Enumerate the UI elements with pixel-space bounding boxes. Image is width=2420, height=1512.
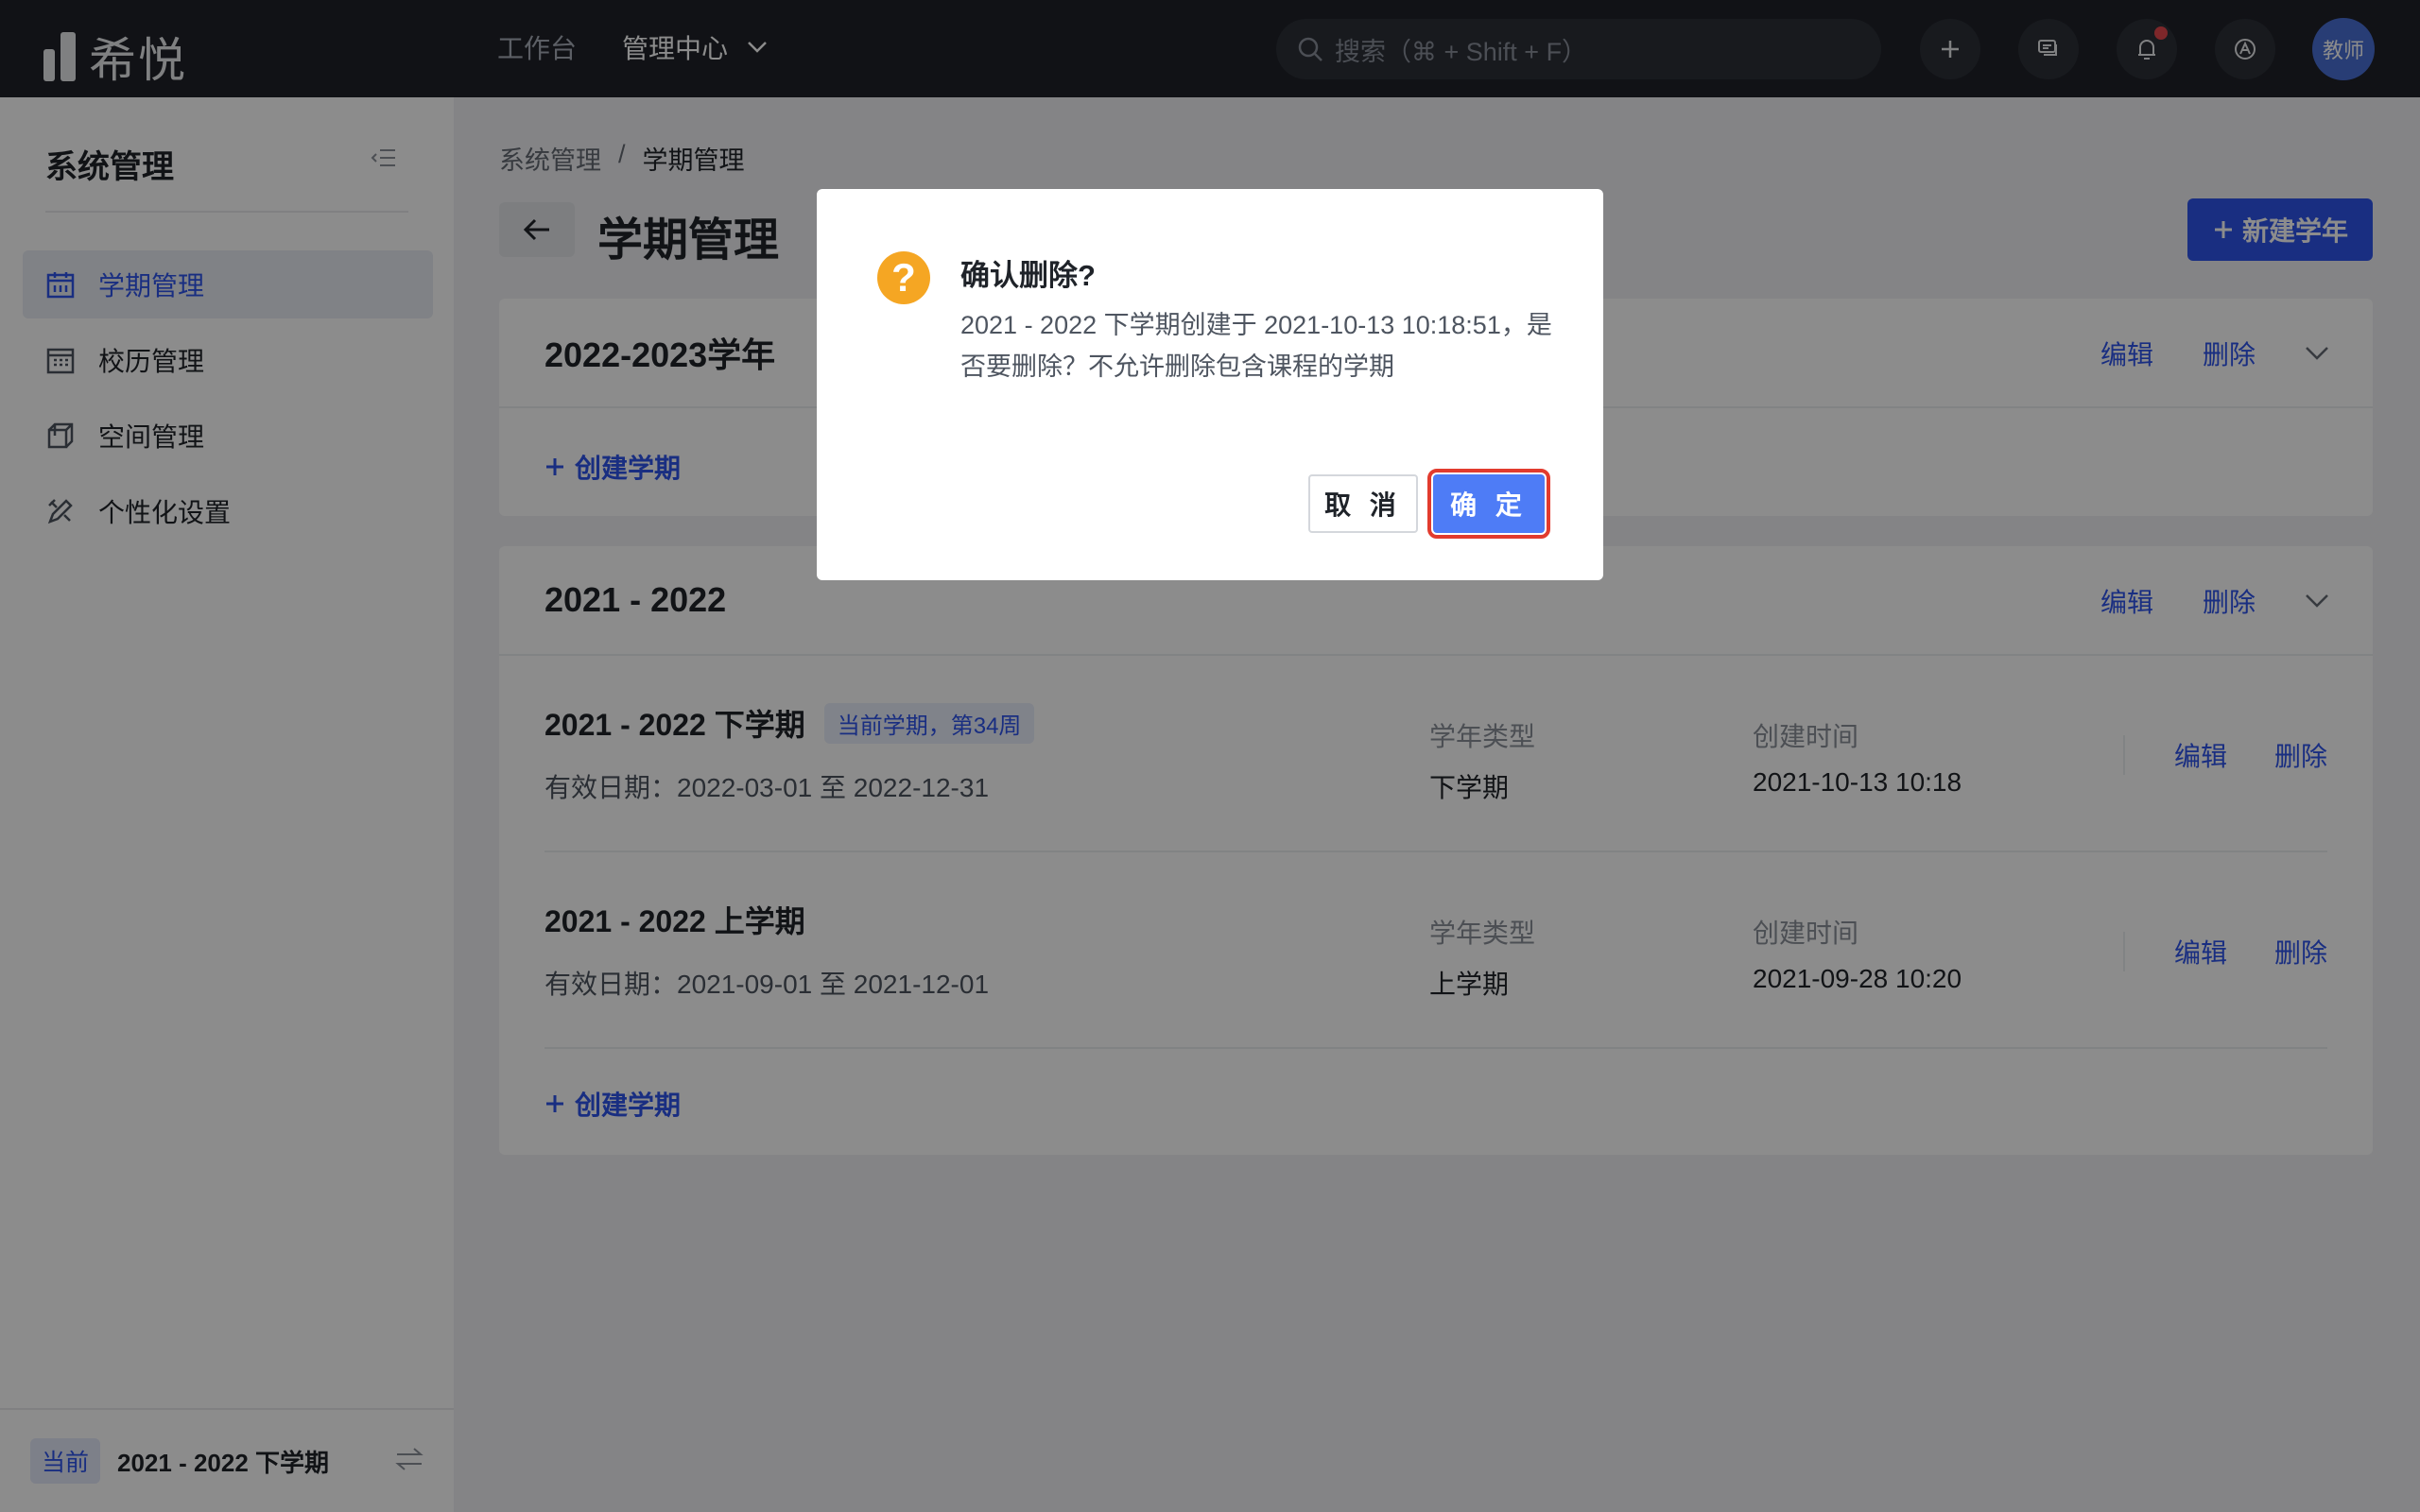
confirm-button[interactable]: 确 定 bbox=[1427, 469, 1550, 539]
cancel-button[interactable]: 取 消 bbox=[1308, 474, 1418, 533]
dialog-title: 确认删除? bbox=[960, 259, 1096, 292]
confirm-delete-dialog: ? 确认删除? 2021 - 2022 下学期创建于 2021-10-13 10… bbox=[817, 189, 1603, 580]
question-icon: ? bbox=[877, 251, 930, 304]
dialog-message: 2021 - 2022 下学期创建于 2021-10-13 10:18:51，是… bbox=[960, 311, 1552, 381]
